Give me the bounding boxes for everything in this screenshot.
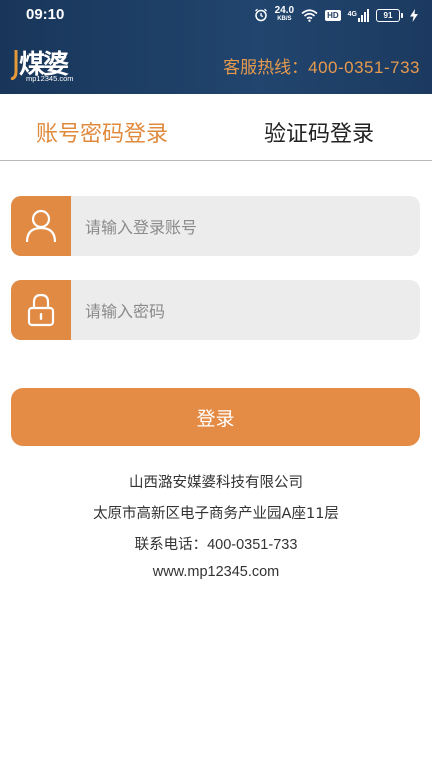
- account-input[interactable]: [83, 196, 417, 256]
- password-input[interactable]: [83, 280, 417, 340]
- password-field[interactable]: [11, 280, 420, 340]
- charging-icon: [410, 8, 418, 22]
- company-name: 山西潞安媒婆科技有限公司: [129, 475, 303, 491]
- app-header: 09:10 24.0 KB/S HD 4G 91 煤婆 mp12345.com …: [0, 0, 432, 94]
- lock-icon: [11, 280, 71, 340]
- hd-badge: HD: [325, 9, 341, 21]
- company-phone: 联系电话：400-0351-733: [0, 533, 432, 554]
- phone-number[interactable]: 400-0351-733: [207, 537, 297, 553]
- app-logo: 煤婆 mp12345.com: [10, 44, 74, 86]
- alarm-icon: [254, 8, 267, 22]
- account-field[interactable]: [11, 196, 420, 256]
- user-icon: [11, 196, 71, 256]
- tab-password-login[interactable]: 账号密码登录: [36, 116, 168, 148]
- tab-code-login[interactable]: 验证码登录: [264, 116, 374, 148]
- service-hotline[interactable]: 客服热线：400-0351-733: [223, 53, 420, 78]
- signal-icon: 4G: [348, 8, 369, 22]
- login-button[interactable]: 登录: [11, 388, 420, 446]
- status-icons: 24.0 KB/S HD 4G 91: [254, 6, 418, 24]
- wifi-icon: [301, 8, 318, 22]
- login-tabs: 账号密码登录 验证码登录: [0, 94, 432, 161]
- hotline-label: 客服热线：: [223, 58, 309, 78]
- phone-label: 联系电话：: [134, 537, 208, 553]
- status-bar: 09:10 24.0 KB/S HD 4G 91: [0, 0, 432, 30]
- net-speed: 24.0 KB/S: [274, 5, 295, 23]
- company-website[interactable]: www.mp12345.com: [0, 564, 432, 580]
- battery-icon: 91: [376, 8, 403, 22]
- logo-url: mp12345.com: [26, 74, 74, 83]
- hotline-number: 400-0351-733: [308, 58, 420, 77]
- logo-accent-icon: [10, 50, 18, 80]
- company-address: 太原市高新区电子商务产业园A座11层: [93, 506, 339, 522]
- status-time: 09:10: [26, 6, 65, 23]
